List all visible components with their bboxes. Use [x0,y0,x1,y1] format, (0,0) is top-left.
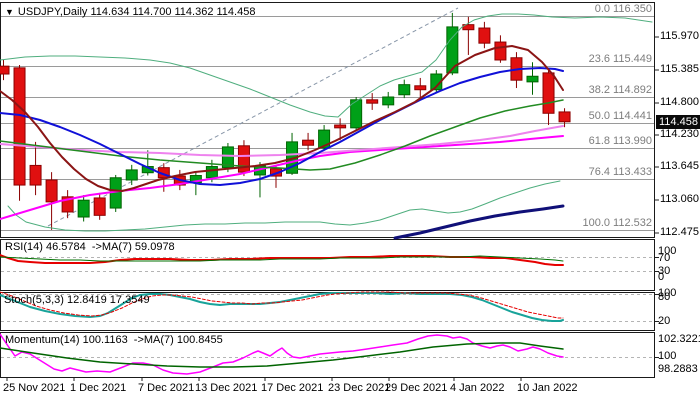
rsi-label: RSI(14) 46.5784 ->MA(7) 59.0978 [5,241,175,253]
price-tick-label: 113.645 [660,160,699,172]
candle-body [77,199,90,218]
chart-ohlc-values: 114.634 114.700 114.362 114.458 [90,6,256,18]
fib-level-label: 61.8 113.990 [588,134,652,147]
price-tick-label: 112.475 [660,226,699,238]
fib-level-label: 100.0 112.532 [582,216,652,229]
date-label: 23 Dec 2021 [328,382,391,394]
candle-body [334,124,347,129]
candle-body [366,99,379,104]
candle-body [205,166,218,179]
fib-level-label: 0.0 116.350 [594,2,652,15]
date-label: 1 Dec 2021 [70,382,127,394]
momentum-scale-label: 98.2883 [658,363,698,375]
candle-body [45,179,58,203]
candle-body [414,85,427,91]
candle-body [0,65,10,75]
chart-marker-icon: ▼ [5,7,14,17]
candle-body [125,169,138,181]
momentum-label: Momentum(14) 100.1163 ->MA(7) 100.8455 [5,334,223,346]
current-price-tag: 114.458 [656,115,700,129]
price-tick-label: 114.800 [660,96,699,108]
date-label: 13 Dec 2021 [195,382,258,394]
fib-level-label: 23.6 115.449 [588,52,652,65]
candle-body [13,67,26,186]
mt4-chart-window: ▼ USDJPY,Daily 114.634 114.700 114.362 11… [0,0,700,400]
date-label: 10 Jan 2022 [517,382,578,394]
stochastic-label: Stoch(5,3,3) 12.8419 17.3549 [4,294,150,306]
rsi-scale-label: 0 [658,271,665,283]
chart-symbol-period: USDJPY,Daily [17,6,88,18]
candle-body [478,27,491,44]
date-label: 7 Dec 2021 [138,382,195,394]
fib-level-label: 50.0 114.441 [588,109,652,122]
candle-body [494,41,507,61]
stochastic-scale-label: 80 [658,291,671,303]
candle-body [398,84,411,96]
chart-ohlc-header: ▼ USDJPY,Daily 114.634 114.700 114.362 11… [5,6,255,18]
price-tick-label: 115.385 [660,63,699,75]
candle-body [93,197,106,216]
price-tick-label: 114.230 [660,128,699,140]
stochastic-scale-label: 20 [658,315,671,327]
candle-body [382,96,395,106]
date-label: 29 Dec 2021 [385,382,448,394]
price-tick-label: 113.060 [660,193,699,205]
fib-level-label: 76.4 113.433 [588,165,652,178]
price-tick-label: 115.970 [660,30,699,42]
date-label: 4 Jan 2022 [450,382,505,394]
momentum-scale-label: 100 [658,350,677,362]
rsi-scale-label: 70 [658,252,671,264]
candle-body [302,139,315,146]
date-label: 17 Dec 2021 [261,382,324,394]
candle-body [29,164,42,186]
date-label: 25 Nov 2021 [3,382,66,394]
fib-level-label: 38.2 114.892 [588,83,652,96]
candle-body [526,75,539,83]
momentum-scale-label: 102.3221 [658,333,700,345]
